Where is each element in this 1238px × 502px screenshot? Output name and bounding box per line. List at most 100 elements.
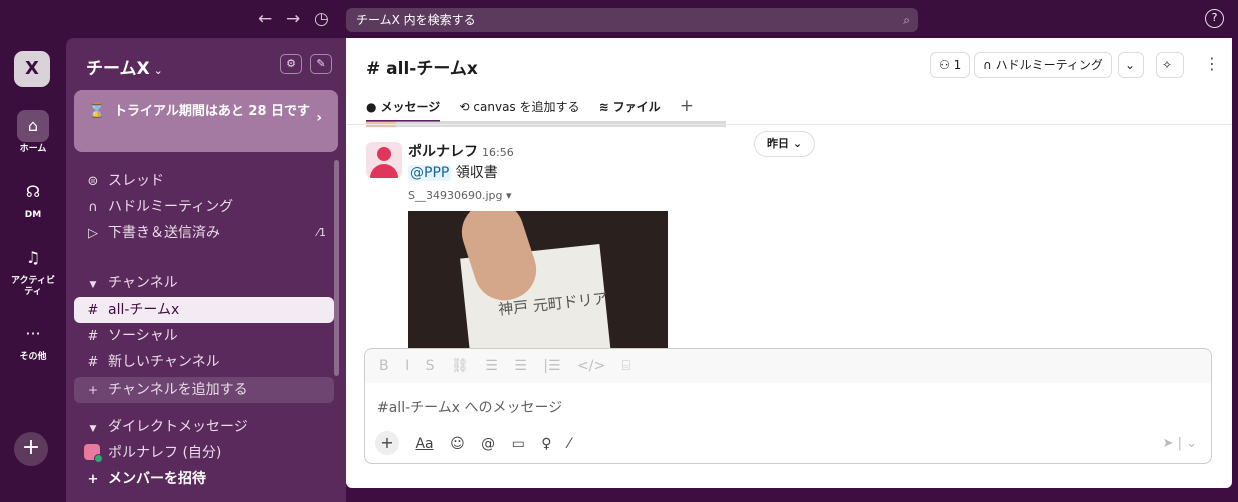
workspace-switcher[interactable]: X [14,51,50,87]
tab-add-canvas[interactable]: ⟲ canvas を追加する [459,96,579,122]
rail-label: ホーム [19,144,47,154]
compose-icon[interactable]: ✎ [310,54,332,74]
search-input[interactable]: チームX 内を検索する ⌕ [346,8,918,32]
channel-tabs: ● メッセージ ⟲ canvas を追加する ≋ ファイル + [366,96,694,122]
huddle-button[interactable]: ∩ ハドルミーティング [974,52,1112,78]
channel-main: # all-チームx ⚇ 1 ∩ ハドルミーティング ⌄ ✧ ⋮ ● メッセージ … [346,38,1232,488]
sidebar-scrollbar[interactable] [334,160,339,376]
date-divider-button[interactable]: 昨日 ⌄ [754,131,816,157]
caret-down-icon: ▾ [506,189,512,202]
attach-plus-icon[interactable]: + [375,431,399,455]
send-icon: ➤ [1162,436,1174,451]
rail-item-home[interactable]: ⌂ ホーム [0,110,66,155]
workspace-name: チームX [86,59,150,79]
message-timestamp[interactable]: 16:56 [482,146,514,159]
section-label: ダイレクトメッセージ [108,419,248,435]
members-button[interactable]: ⚇ 1 [930,52,971,78]
code-icon[interactable]: </> [577,358,605,374]
invite-members-button[interactable]: + メンバーを招待 [74,466,334,492]
help-icon[interactable]: ? [1205,9,1224,28]
mention[interactable]: @PPP [408,165,452,181]
hash-icon: # [87,355,99,370]
member-count: 1 [953,58,962,72]
huddle-dropdown[interactable]: ⌄ [1118,52,1144,78]
file-name[interactable]: S__34930690.jpg ▾ [408,189,512,202]
more-icon: ··· [25,324,41,343]
divider [346,124,1232,125]
trial-banner[interactable]: ⌛ トライアル期間はあと 28 日です › [74,90,338,152]
files-icon: ≋ [598,100,609,114]
rail-label: DM [24,210,42,220]
video-icon[interactable]: ▭ [512,436,525,452]
chevron-down-icon: ⌄ [153,64,163,77]
link-icon[interactable]: ⛓ [451,358,469,374]
section-label: チャンネル [108,275,178,291]
send-button[interactable]: ➤ | ⌄ [1163,431,1197,457]
rail-item-more[interactable]: ··· その他 [0,318,66,363]
italic-icon[interactable]: I [405,358,409,374]
workspace-rail: X ⌂ ホーム ☊ DM ♫ アクティビティ ··· その他 + [0,38,66,502]
threads-icon: ⊜ [87,174,99,189]
emoji-icon[interactable]: ☺ [450,436,465,452]
message-icon: ● [366,100,377,114]
sidebar-item-label: スレッド [108,173,164,189]
bullet-list-icon[interactable]: ☰ [514,358,527,374]
message-input[interactable]: #all-チームx へのメッセージ [377,397,562,417]
sidebar-item-new-channel[interactable]: # 新しいチャンネル [74,349,334,375]
settings-icon[interactable]: ⚙ [280,54,302,74]
add-workspace-button[interactable]: + [14,432,48,466]
kebab-menu-icon[interactable]: ⋮ [1204,54,1220,73]
search-icon: ⌕ [903,13,910,27]
add-tab-icon[interactable]: + [680,96,694,116]
avatar[interactable] [366,142,402,178]
sidebar-item-threads[interactable]: ⊜ スレッド [74,168,334,194]
sidebar-item-all-channel[interactable]: # all-チームx [74,297,334,323]
tab-messages[interactable]: ● メッセージ [366,96,441,122]
channel-sidebar: チームX ⌄ ⚙ ✎ ⌛ トライアル期間はあと 28 日です › ⊜ スレッド ∩ ハ… [66,38,346,502]
numbered-list-icon[interactable]: ☰ [485,358,498,374]
forward-arrow-icon[interactable]: → [286,9,300,29]
code-block-icon[interactable]: ⌸ [622,358,630,374]
chevron-down-icon: ⌄ [1186,436,1197,451]
message-author[interactable]: ポルナレフ 16:56 [408,141,514,161]
channel-label: ソーシャル [108,328,178,344]
huddle-label: ハドルミーティング [995,58,1103,72]
back-arrow-icon[interactable]: ← [258,9,272,29]
caret-down-icon: ▼ [89,280,97,290]
send-icon: ▷ [88,226,98,241]
top-bar: ← → ◷ チームX 内を検索する ⌕ ? [0,0,1238,38]
strikethrough-icon[interactable]: S [426,358,435,374]
tab-files[interactable]: ≋ ファイル [599,96,661,122]
avatar [84,444,103,463]
plus-icon: + [87,472,99,487]
sidebar-item-drafts[interactable]: ▷ 下書き＆送信済み ⁄1 [74,220,334,246]
search-placeholder: チームX 内を検索する [356,13,476,27]
hash-icon: # [87,329,99,344]
microphone-icon[interactable]: ♀ [541,436,551,452]
receipt-image[interactable]: 神戸 元町ドリア [408,211,668,351]
dm-section-header[interactable]: ▼ ダイレクトメッセージ [74,414,334,440]
sidebar-item-social-channel[interactable]: # ソーシャル [74,323,334,349]
rail-item-activity[interactable]: ♫ アクティビティ [0,242,66,298]
sidebar-item-huddles[interactable]: ∩ ハドルミーティング [74,194,334,220]
rail-item-dm[interactable]: ☊ DM [0,176,66,221]
sidebar-item-dm-self[interactable]: ポルナレフ (自分) [74,440,334,466]
dm-label: ポルナレフ (自分) [108,445,222,461]
channel-title[interactable]: # all-チームx [366,54,478,79]
hash-icon: # [87,303,99,318]
channels-section-header[interactable]: ▼ チャンネル [74,270,334,296]
history-icon[interactable]: ◷ [314,9,329,29]
workspace-menu[interactable]: チームX ⌄ [86,54,163,79]
headphones-icon: ∩ [88,200,98,215]
trial-text: トライアル期間はあと 28 日です [114,104,311,119]
shortcuts-icon[interactable]: ⁄ [568,436,570,452]
mention-icon[interactable]: @ [481,436,495,452]
channel-label: all-チームx [108,302,180,318]
canvas-ai-icon[interactable]: ✧ [1156,52,1184,78]
headphones-icon: ∩ [983,58,992,72]
chevron-down-icon: ⌄ [1125,58,1136,72]
blockquote-icon[interactable]: |☰ [543,358,560,374]
formatting-icon[interactable]: Aa [415,436,433,452]
add-channel-button[interactable]: + チャンネルを追加する [74,377,334,403]
bold-icon[interactable]: B [379,358,389,374]
